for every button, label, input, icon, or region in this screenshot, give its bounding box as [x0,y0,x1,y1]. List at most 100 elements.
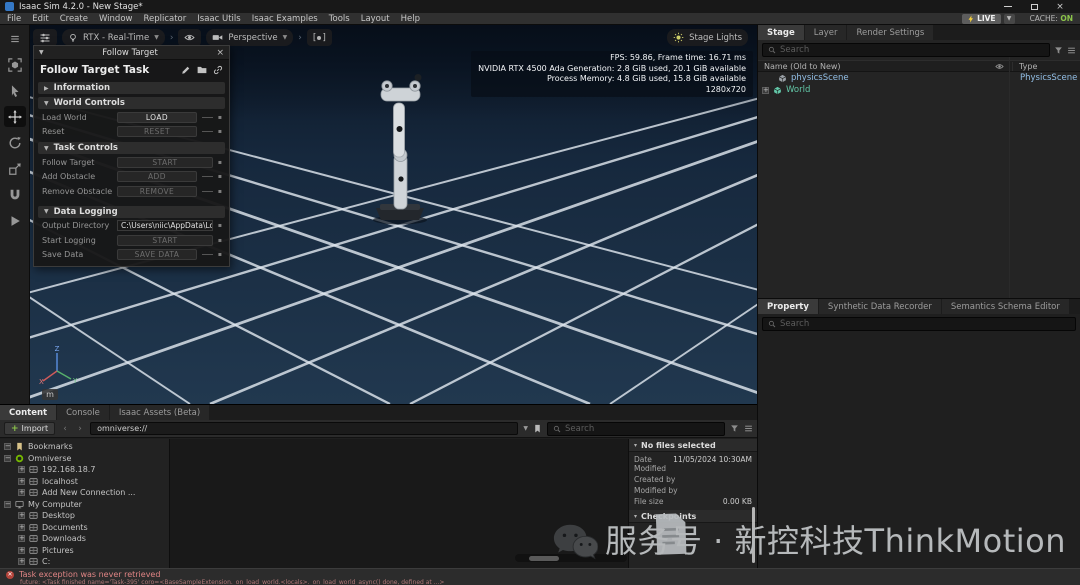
tab-console[interactable]: Console [57,405,109,420]
menu-item-edit[interactable]: Edit [32,14,48,24]
tree-item-my-computer[interactable]: −My Computer [0,499,169,511]
content-view-button[interactable] [744,424,753,433]
panel-close-button[interactable]: × [216,48,224,58]
stage-lights-button[interactable]: Stage Lights [667,29,748,46]
expand-icon[interactable]: + [18,478,25,485]
play-button[interactable] [4,210,26,231]
menu-item-create[interactable]: Create [60,14,88,24]
stage-options-button[interactable] [1067,46,1076,55]
tab-stage[interactable]: Stage [758,25,804,40]
tree-item-pictures[interactable]: +Pictures [0,545,169,557]
maximize-button[interactable] [1029,2,1039,11]
tree-item-desktop[interactable]: +Desktop [0,510,169,522]
close-button[interactable]: × [1055,2,1065,11]
link-icon[interactable] [213,65,223,75]
tab-layer[interactable]: Layer [805,25,847,40]
tree-item-server-192[interactable]: +192.168.18.7 [0,464,169,476]
output-directory-field[interactable]: C:\Users\niic\AppData\Lo [117,220,213,231]
start-logging-button[interactable]: START [117,235,213,246]
property-search-input[interactable] [780,319,1070,329]
task-controls-section-header[interactable]: ▼Task Controls [38,142,225,154]
expand-icon[interactable]: + [18,547,25,554]
menu-item-tools[interactable]: Tools [329,14,350,24]
collapse-icon[interactable]: − [4,501,11,508]
expand-icon[interactable]: + [762,87,769,94]
expand-icon[interactable]: + [18,512,25,519]
tree-item-omniverse[interactable]: −Omniverse [0,453,169,465]
collapse-icon[interactable]: − [4,443,11,450]
import-button[interactable]: +Import [4,422,55,435]
expand-icon[interactable]: + [18,489,25,496]
tab-property[interactable]: Property [758,299,818,314]
reset-button[interactable]: RESET [117,126,197,137]
expand-icon[interactable]: + [18,466,25,473]
live-button[interactable]: LIVE [962,14,1001,24]
content-search-field[interactable] [547,422,725,436]
viewport-3d[interactable]: RTX - Real-Time ▼ › Perspective ▼ › [] S… [30,25,757,404]
world-controls-section-header[interactable]: ▼World Controls [38,97,225,109]
load-button[interactable]: LOAD [117,112,197,123]
tree-item-documents[interactable]: +Documents [0,522,169,534]
scale-tool-button[interactable] [4,158,26,179]
data-logging-section-header[interactable]: ▼Data Logging [38,206,225,218]
path-dropdown-button[interactable]: ▼ [523,425,528,432]
tab-isaac-assets[interactable]: Isaac Assets (Beta) [110,405,209,420]
renderer-dropdown[interactable]: RTX - Real-Time ▼ [62,29,165,46]
back-button[interactable]: ‹ [60,424,70,434]
live-dropdown-button[interactable]: ▼ [1004,14,1015,24]
edit-icon[interactable] [181,65,191,75]
start-follow-button[interactable]: START [117,157,213,168]
capture-button[interactable]: [] [307,29,332,46]
stage-search-field[interactable] [762,43,1050,57]
menu-item-file[interactable]: File [7,14,21,24]
rotate-tool-button[interactable] [4,132,26,153]
bookmark-icon[interactable] [533,424,542,434]
save-data-button[interactable]: SAVE DATA [117,249,197,260]
tree-item-localhost[interactable]: +localhost [0,476,169,488]
menu-item-replicator[interactable]: Replicator [143,14,186,24]
stage-row-world[interactable]: + World [758,84,1080,96]
expand-icon[interactable]: + [18,535,25,542]
viewport-settings-button[interactable] [33,29,57,46]
visibility-button[interactable] [178,29,201,46]
stage-search-input[interactable] [780,45,1044,55]
menu-item-isaac-utils[interactable]: Isaac Utils [197,14,240,24]
toolbar-grip-icon[interactable] [4,28,26,49]
type-column-label[interactable]: Type [1012,62,1074,71]
information-section-header[interactable]: ▶Information [38,82,225,94]
menu-item-help[interactable]: Help [401,14,420,24]
follow-panel-titlebar[interactable]: ▼ Follow Target × [34,46,229,60]
expand-icon[interactable]: + [18,558,25,565]
selection-header[interactable]: ▾No files selected [629,439,757,452]
menu-item-isaac-examples[interactable]: Isaac Examples [252,14,318,24]
expand-icon[interactable]: + [18,524,25,531]
forward-button[interactable]: › [75,424,85,434]
remove-obstacle-button[interactable]: REMOVE [117,186,197,197]
stage-row-physicsscene[interactable]: physicsScene PhysicsScene [758,72,1080,84]
folder-icon[interactable] [197,65,207,75]
title-bar[interactable]: Isaac Sim 4.2.0 - New Stage* × [0,0,1080,13]
stage-filter-button[interactable] [1054,46,1063,55]
tree-item-add-connection[interactable]: +Add New Connection ... [0,487,169,499]
minimize-button[interactable] [1003,2,1013,11]
snap-tool-button[interactable] [4,184,26,205]
tab-semantics-schema-editor[interactable]: Semantics Schema Editor [942,299,1069,314]
stage-column-header[interactable]: Name (Old to New) Type [758,60,1080,72]
path-breadcrumb[interactable]: omniverse:// [90,422,518,435]
tree-item-c-drive[interactable]: +C: [0,556,169,568]
tab-content[interactable]: Content [0,405,56,420]
tree-item-bookmarks[interactable]: −Bookmarks [0,441,169,453]
tab-render-settings[interactable]: Render Settings [847,25,933,40]
menu-item-window[interactable]: Window [99,14,133,24]
cursor-tool-button[interactable] [4,80,26,101]
tab-synthetic-data-recorder[interactable]: Synthetic Data Recorder [819,299,941,314]
add-obstacle-button[interactable]: ADD [117,171,197,182]
name-column-label[interactable]: Name (Old to New) [764,62,841,71]
property-search-field[interactable] [762,317,1076,331]
menu-item-layout[interactable]: Layout [361,14,390,24]
content-filter-button[interactable] [730,424,739,433]
collapse-icon[interactable]: − [4,455,11,462]
selection-mode-button[interactable] [4,54,26,75]
status-error-text[interactable]: Task exception was never retrieved [19,570,160,579]
move-tool-button[interactable] [4,106,26,127]
